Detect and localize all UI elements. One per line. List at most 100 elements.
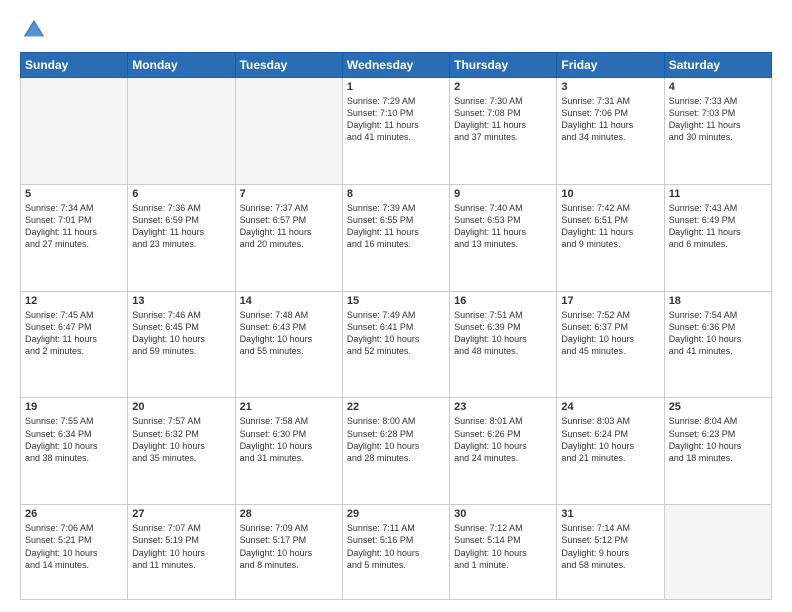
calendar-cell: 15 Sunrise: 7:49 AM Sunset: 6:41 PM Dayli… xyxy=(342,291,449,398)
day-number: 29 xyxy=(347,508,445,520)
cell-content: Sunrise: 7:42 AM Sunset: 6:51 PM Dayligh… xyxy=(561,202,659,251)
calendar-header-row: SundayMondayTuesdayWednesdayThursdayFrid… xyxy=(21,53,772,78)
day-number: 1 xyxy=(347,81,445,93)
cell-content: Sunrise: 7:52 AM Sunset: 6:37 PM Dayligh… xyxy=(561,309,659,358)
day-of-week-header: Sunday xyxy=(21,53,128,78)
calendar-cell: 8 Sunrise: 7:39 AM Sunset: 6:55 PM Daylig… xyxy=(342,184,449,291)
day-number: 4 xyxy=(669,81,767,93)
calendar-cell: 13Sunrise: 7:46 AM Sunset: 6:45 PM Dayli… xyxy=(128,291,235,398)
cell-content: Sunrise: 7:39 AM Sunset: 6:55 PM Dayligh… xyxy=(347,202,445,251)
day-number: 20 xyxy=(132,401,230,413)
day-number: 26 xyxy=(25,508,123,520)
calendar-cell: 1 Sunrise: 7:29 AM Sunset: 7:10 PM Daylig… xyxy=(342,78,449,185)
day-number: 8 xyxy=(347,188,445,200)
calendar-cell: 21 Sunrise: 7:58 AM Sunset: 6:30 PM Dayli… xyxy=(235,398,342,505)
calendar-cell xyxy=(128,78,235,185)
calendar-table: SundayMondayTuesdayWednesdayThursdayFrid… xyxy=(20,52,772,600)
calendar-cell: 29 Sunrise: 7:11 AM Sunset: 5:16 PM Dayli… xyxy=(342,505,449,600)
cell-content: Sunrise: 7:37 AM Sunset: 6:57 PM Dayligh… xyxy=(240,202,338,251)
day-number: 31 xyxy=(561,508,659,520)
calendar-cell: 3 Sunrise: 7:31 AM Sunset: 7:06 PM Daylig… xyxy=(557,78,664,185)
cell-content: Sunrise: 7:45 AM Sunset: 6:47 PM Dayligh… xyxy=(25,309,123,358)
calendar-cell: 5 Sunrise: 7:34 AM Sunset: 7:01 PM Daylig… xyxy=(21,184,128,291)
page: SundayMondayTuesdayWednesdayThursdayFrid… xyxy=(0,0,792,612)
calendar-cell: 7 Sunrise: 7:37 AM Sunset: 6:57 PM Daylig… xyxy=(235,184,342,291)
calendar-week-row: 26 Sunrise: 7:06 AM Sunset: 5:21 PM Dayli… xyxy=(21,505,772,600)
day-number: 7 xyxy=(240,188,338,200)
cell-content: Sunrise: 7:48 AM Sunset: 6:43 PM Dayligh… xyxy=(240,309,338,358)
calendar-cell: 11Sunrise: 7:43 AM Sunset: 6:49 PM Dayli… xyxy=(664,184,771,291)
cell-content: Sunrise: 7:46 AM Sunset: 6:45 PM Dayligh… xyxy=(132,309,230,358)
cell-content: Sunrise: 7:30 AM Sunset: 7:08 PM Dayligh… xyxy=(454,95,552,144)
calendar-cell: 31 Sunrise: 7:14 AM Sunset: 5:12 PM Dayli… xyxy=(557,505,664,600)
cell-content: Sunrise: 7:29 AM Sunset: 7:10 PM Dayligh… xyxy=(347,95,445,144)
day-number: 27 xyxy=(132,508,230,520)
day-number: 25 xyxy=(669,401,767,413)
cell-content: Sunrise: 7:07 AM Sunset: 5:19 PM Dayligh… xyxy=(132,522,230,571)
calendar-cell: 20 Sunrise: 7:57 AM Sunset: 6:32 PM Dayli… xyxy=(128,398,235,505)
day-number: 10 xyxy=(561,188,659,200)
cell-content: Sunrise: 7:58 AM Sunset: 6:30 PM Dayligh… xyxy=(240,415,338,464)
day-number: 9 xyxy=(454,188,552,200)
cell-content: Sunrise: 7:55 AM Sunset: 6:34 PM Dayligh… xyxy=(25,415,123,464)
cell-content: Sunrise: 8:00 AM Sunset: 6:28 PM Dayligh… xyxy=(347,415,445,464)
day-number: 3 xyxy=(561,81,659,93)
cell-content: Sunrise: 7:51 AM Sunset: 6:39 PM Dayligh… xyxy=(454,309,552,358)
day-of-week-header: Friday xyxy=(557,53,664,78)
day-number: 12 xyxy=(25,295,123,307)
cell-content: Sunrise: 7:06 AM Sunset: 5:21 PM Dayligh… xyxy=(25,522,123,571)
calendar-cell xyxy=(664,505,771,600)
cell-content: Sunrise: 7:57 AM Sunset: 6:32 PM Dayligh… xyxy=(132,415,230,464)
calendar-cell: 19 Sunrise: 7:55 AM Sunset: 6:34 PM Dayli… xyxy=(21,398,128,505)
day-number: 23 xyxy=(454,401,552,413)
cell-content: Sunrise: 7:49 AM Sunset: 6:41 PM Dayligh… xyxy=(347,309,445,358)
calendar-cell: 22 Sunrise: 8:00 AM Sunset: 6:28 PM Dayli… xyxy=(342,398,449,505)
logo-icon xyxy=(20,16,48,44)
cell-content: Sunrise: 7:54 AM Sunset: 6:36 PM Dayligh… xyxy=(669,309,767,358)
cell-content: Sunrise: 7:14 AM Sunset: 5:12 PM Dayligh… xyxy=(561,522,659,571)
calendar-cell xyxy=(21,78,128,185)
calendar-cell: 6Sunrise: 7:36 AM Sunset: 6:59 PM Daylig… xyxy=(128,184,235,291)
cell-content: Sunrise: 7:09 AM Sunset: 5:17 PM Dayligh… xyxy=(240,522,338,571)
day-number: 16 xyxy=(454,295,552,307)
calendar-week-row: 1 Sunrise: 7:29 AM Sunset: 7:10 PM Daylig… xyxy=(21,78,772,185)
cell-content: Sunrise: 7:11 AM Sunset: 5:16 PM Dayligh… xyxy=(347,522,445,571)
day-number: 24 xyxy=(561,401,659,413)
calendar-cell: 28 Sunrise: 7:09 AM Sunset: 5:17 PM Dayli… xyxy=(235,505,342,600)
day-of-week-header: Monday xyxy=(128,53,235,78)
cell-content: Sunrise: 7:33 AM Sunset: 7:03 PM Dayligh… xyxy=(669,95,767,144)
day-number: 18 xyxy=(669,295,767,307)
day-number: 21 xyxy=(240,401,338,413)
day-number: 2 xyxy=(454,81,552,93)
cell-content: Sunrise: 8:04 AM Sunset: 6:23 PM Dayligh… xyxy=(669,415,767,464)
cell-content: Sunrise: 7:36 AM Sunset: 6:59 PM Dayligh… xyxy=(132,202,230,251)
calendar-cell: 26 Sunrise: 7:06 AM Sunset: 5:21 PM Dayli… xyxy=(21,505,128,600)
day-number: 19 xyxy=(25,401,123,413)
day-number: 28 xyxy=(240,508,338,520)
calendar-week-row: 12 Sunrise: 7:45 AM Sunset: 6:47 PM Dayli… xyxy=(21,291,772,398)
calendar-cell: 18 Sunrise: 7:54 AM Sunset: 6:36 PM Dayli… xyxy=(664,291,771,398)
cell-content: Sunrise: 7:34 AM Sunset: 7:01 PM Dayligh… xyxy=(25,202,123,251)
calendar-week-row: 5 Sunrise: 7:34 AM Sunset: 7:01 PM Daylig… xyxy=(21,184,772,291)
cell-content: Sunrise: 7:40 AM Sunset: 6:53 PM Dayligh… xyxy=(454,202,552,251)
calendar-cell: 27 Sunrise: 7:07 AM Sunset: 5:19 PM Dayli… xyxy=(128,505,235,600)
cell-content: Sunrise: 7:12 AM Sunset: 5:14 PM Dayligh… xyxy=(454,522,552,571)
day-number: 15 xyxy=(347,295,445,307)
day-number: 22 xyxy=(347,401,445,413)
day-number: 5 xyxy=(25,188,123,200)
day-number: 30 xyxy=(454,508,552,520)
day-of-week-header: Thursday xyxy=(450,53,557,78)
logo xyxy=(20,16,52,44)
day-number: 17 xyxy=(561,295,659,307)
day-of-week-header: Saturday xyxy=(664,53,771,78)
cell-content: Sunrise: 7:43 AM Sunset: 6:49 PM Dayligh… xyxy=(669,202,767,251)
calendar-week-row: 19 Sunrise: 7:55 AM Sunset: 6:34 PM Dayli… xyxy=(21,398,772,505)
cell-content: Sunrise: 7:31 AM Sunset: 7:06 PM Dayligh… xyxy=(561,95,659,144)
calendar-cell: 25 Sunrise: 8:04 AM Sunset: 6:23 PM Dayli… xyxy=(664,398,771,505)
header xyxy=(20,16,772,44)
calendar-cell: 17 Sunrise: 7:52 AM Sunset: 6:37 PM Dayli… xyxy=(557,291,664,398)
calendar-cell: 12 Sunrise: 7:45 AM Sunset: 6:47 PM Dayli… xyxy=(21,291,128,398)
day-number: 14 xyxy=(240,295,338,307)
calendar-cell: 2 Sunrise: 7:30 AM Sunset: 7:08 PM Daylig… xyxy=(450,78,557,185)
cell-content: Sunrise: 8:03 AM Sunset: 6:24 PM Dayligh… xyxy=(561,415,659,464)
